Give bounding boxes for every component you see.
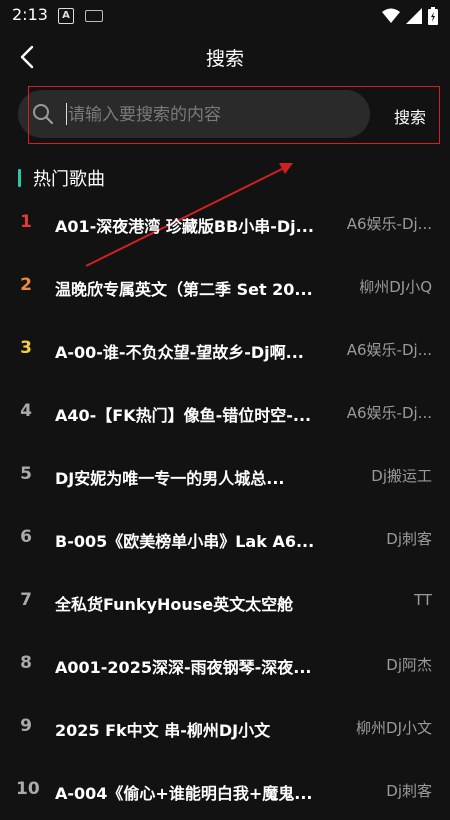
song-row[interactable]: 2 温晚欣专属英文（第二季 Set 20... 柳州DJ小Q xyxy=(0,253,450,316)
song-row[interactable]: 10 A-004《偷心+谁能明白我+魔鬼... Dj刺客 xyxy=(0,757,450,820)
song-artist: A6娱乐-Dj... xyxy=(346,404,432,422)
song-rank: 7 xyxy=(20,590,32,610)
search-box[interactable] xyxy=(18,90,370,138)
hot-songs-header: 热门歌曲 xyxy=(18,164,105,192)
search-icon xyxy=(33,104,54,125)
song-artist: 柳州DJ小Q xyxy=(359,278,432,296)
song-artist: Dj刺客 xyxy=(386,530,432,548)
song-artist: A6娱乐-Dj... xyxy=(346,341,432,359)
song-rank: 6 xyxy=(20,527,32,547)
wifi-icon xyxy=(382,8,400,23)
battery-icon xyxy=(428,7,438,25)
song-title: A-004《偷心+谁能明白我+魔鬼... xyxy=(55,784,313,803)
song-row[interactable]: 1 A01-深夜港湾 珍藏版BB小串-Dj... A6娱乐-Dj... xyxy=(0,190,450,253)
status-time: 2:13 xyxy=(12,5,48,24)
song-title: 全私货FunkyHouse英文太空舱 xyxy=(55,595,294,614)
song-title: 2025 Fk中文 串-柳州DJ小文 xyxy=(55,721,271,740)
song-rank: 1 xyxy=(20,212,32,232)
song-artist: Dj刺客 xyxy=(386,782,432,800)
search-input[interactable] xyxy=(66,96,360,134)
song-rank: 9 xyxy=(20,716,32,736)
keyboard-icon xyxy=(85,10,103,22)
search-button[interactable]: 搜索 xyxy=(394,104,426,128)
song-rank: 2 xyxy=(20,275,32,295)
song-title: A40-【FK热门】像鱼-错位时空-... xyxy=(55,406,312,425)
song-row[interactable]: 8 A001-2025深深-雨夜钢琴-深夜... Dj阿杰 xyxy=(0,631,450,694)
song-rank: 8 xyxy=(20,653,32,673)
song-artist: A6娱乐-Dj... xyxy=(346,215,432,233)
hot-songs-title: 热门歌曲 xyxy=(33,169,105,190)
song-title: B-005《欧美榜单小串》Lak A6... xyxy=(55,532,315,551)
signal-icon xyxy=(406,8,422,24)
song-row[interactable]: 3 A-00-谁-不负众望-望故乡-Dj啊... A6娱乐-Dj... xyxy=(0,316,450,379)
section-accent-bar xyxy=(18,169,21,187)
song-artist: Dj阿杰 xyxy=(386,656,432,674)
song-rank: 3 xyxy=(20,338,32,358)
song-row[interactable]: 5 DJ安妮为唯一专一的男人城总... Dj搬运工 xyxy=(0,442,450,505)
song-title: DJ安妮为唯一专一的男人城总... xyxy=(55,469,285,488)
song-title: A-00-谁-不负众望-望故乡-Dj啊... xyxy=(55,343,304,362)
song-rank: 4 xyxy=(20,401,32,421)
song-artist: TT xyxy=(413,591,432,609)
status-bar: 2:13 A xyxy=(0,0,450,32)
song-row[interactable]: 6 B-005《欧美榜单小串》Lak A6... Dj刺客 xyxy=(0,505,450,568)
song-artist: 柳州DJ小文 xyxy=(356,719,432,737)
text-caret xyxy=(66,103,67,125)
song-rank: 5 xyxy=(20,464,32,484)
song-row[interactable]: 7 全私货FunkyHouse英文太空舱 TT xyxy=(0,568,450,631)
song-row[interactable]: 9 2025 Fk中文 串-柳州DJ小文 柳州DJ小文 xyxy=(0,694,450,757)
song-row[interactable]: 4 A40-【FK热门】像鱼-错位时空-... A6娱乐-Dj... xyxy=(0,379,450,442)
song-title: 温晚欣专属英文（第二季 Set 20... xyxy=(55,280,313,299)
notification-a-icon: A xyxy=(58,8,74,24)
song-title: A001-2025深深-雨夜钢琴-深夜... xyxy=(55,658,312,677)
page-title: 搜索 xyxy=(205,48,244,70)
top-bar: 搜索 xyxy=(0,32,450,82)
song-artist: Dj搬运工 xyxy=(371,467,432,485)
hot-songs-list: 1 A01-深夜港湾 珍藏版BB小串-Dj... A6娱乐-Dj... 2 温晚… xyxy=(0,190,450,820)
song-rank: 10 xyxy=(16,779,40,799)
song-title: A01-深夜港湾 珍藏版BB小串-Dj... xyxy=(55,217,314,236)
